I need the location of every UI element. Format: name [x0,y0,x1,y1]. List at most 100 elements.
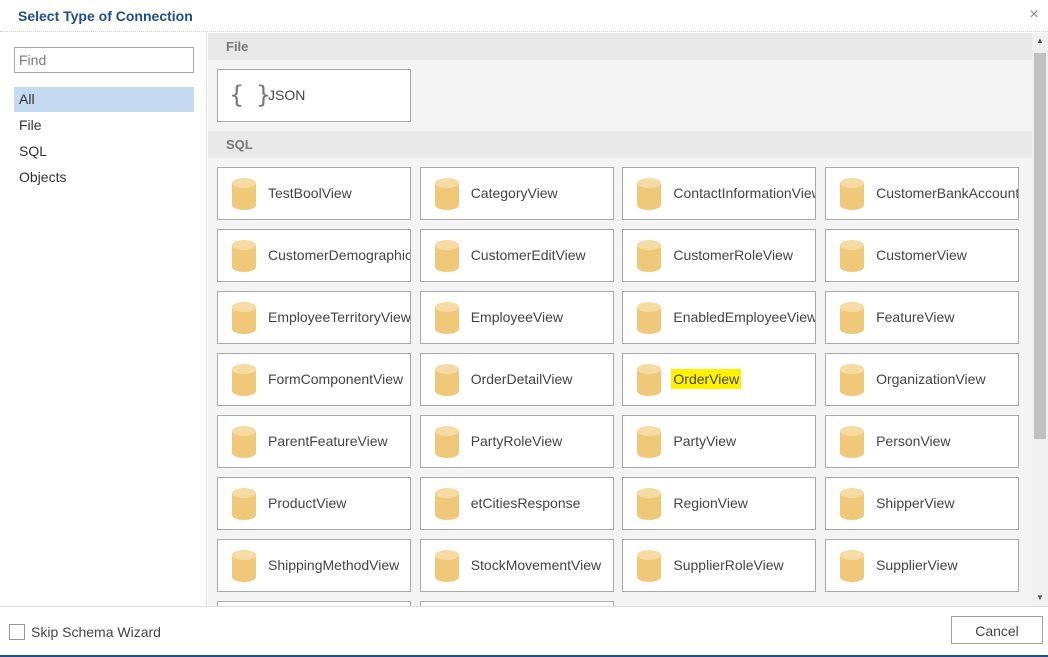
database-icon [840,426,865,458]
database-icon [637,550,662,582]
database-icon [434,364,459,396]
skip-schema-wizard-option[interactable]: Skip Schema Wizard [9,624,161,640]
connection-tile-form-component-view[interactable]: FormComponentView [217,353,411,406]
connection-tile-customer-role-view[interactable]: CustomerRoleView [622,229,817,282]
database-icon [434,426,459,458]
category-list: All File SQL Objects [14,87,194,191]
section-header-file: File [208,33,1032,60]
cancel-button[interactable]: Cancel [951,616,1043,644]
connection-tile-person-view[interactable]: PersonView [825,415,1020,468]
database-icon [232,240,256,272]
connection-tile-order-view[interactable]: OrderView [622,353,817,406]
connection-tile-supplier-view[interactable]: SupplierView [825,539,1020,592]
database-icon [840,488,865,520]
database-icon [637,426,662,458]
connection-tile-region-view[interactable]: RegionView [622,477,817,530]
connection-tile-employee-view[interactable]: EmployeeView [419,291,614,344]
database-icon [840,240,865,272]
json-braces-icon: { } [229,81,274,109]
connection-tile-employee-territory-view[interactable]: EmployeeTerritoryView [217,291,411,344]
category-item-objects[interactable]: Objects [14,165,194,190]
connection-tile-party-role-view[interactable]: PartyRoleView [419,415,614,468]
database-icon [840,550,865,582]
category-item-sql[interactable]: SQL [14,139,194,164]
scrollbar-thumb[interactable] [1034,53,1046,439]
connection-tile-organization-view[interactable]: OrganizationView [825,353,1020,406]
category-item-file[interactable]: File [14,113,194,138]
connection-tile-customer-edit-view[interactable]: CustomerEditView [419,229,614,282]
connection-tile-supplier-role-view[interactable]: SupplierRoleView [622,539,817,592]
dialog-title: Select Type of Connection [18,8,193,24]
search-input[interactable] [14,47,194,73]
connection-types-pane[interactable]: File { } JSON SQL TestBoolView CategoryVie… [208,33,1032,606]
database-icon [840,178,865,210]
connection-tile-label: ShipperView [876,495,955,511]
section-header-sql: SQL [208,131,1032,158]
connection-tile-label: CustomerBankAccountView [876,185,1020,201]
connection-tile-label: EmployeeTerritoryView [268,309,411,325]
connection-tile-label: RegionView [673,495,748,511]
close-icon[interactable]: × [1026,6,1042,24]
connection-tile-label: CustomerView [876,247,967,263]
connection-tile-label: CustomerDemographicView [268,247,410,263]
connection-tile-label: OrderView [671,369,742,389]
connection-tile-test-bool-view[interactable]: TestBoolView [217,167,411,220]
connection-tile-label: SupplierRoleView [673,557,784,573]
database-icon [434,488,459,520]
connection-tile-label: ProductView [268,495,347,511]
connection-tile-label: JSON [268,87,306,103]
connection-tile-label: OrderDetailView [470,371,573,387]
connection-tile-feature-view[interactable]: FeatureView [825,291,1020,344]
connection-tile-shipper-view[interactable]: ShipperView [825,477,1020,530]
connection-tile-label: OrganizationView [876,371,986,387]
connection-tile-product-view[interactable]: ProductView [217,477,411,530]
database-icon [840,302,865,334]
category-item-all[interactable]: All [14,87,194,112]
connection-tile-label: CustomerRoleView [673,247,793,263]
database-icon [434,178,459,210]
connection-tile-label: SupplierView [876,557,958,573]
connection-tile-customer-demographic-view[interactable]: CustomerDemographicView [217,229,411,282]
database-icon [434,240,459,272]
database-icon [840,364,865,396]
connection-tile-enabled-employee-view[interactable]: EnabledEmployeeView [622,291,817,344]
connection-tile-label: FeatureView [876,309,955,325]
connection-tile-label: ContactInformationView [673,185,817,201]
database-icon [637,488,662,520]
connection-tile-order-detail-view[interactable]: OrderDetailView [419,353,614,406]
connection-tile-label: PartyView [673,433,737,449]
connection-tile-json[interactable]: { } JSON [217,69,411,122]
database-icon [637,178,662,210]
database-icon [637,302,662,334]
connection-tile-contact-information-view[interactable]: ContactInformationView [622,167,817,220]
connection-tile-label: PartyRoleView [470,433,563,449]
connection-tile-label: EnabledEmployeeView [673,309,817,325]
scroll-up-icon[interactable]: ▲ [1032,33,1048,49]
connection-tile-stock-movement-view[interactable]: StockMovementView [419,539,614,592]
connection-tile-label: CustomerEditView [470,247,586,263]
database-icon [637,364,662,396]
database-icon [232,488,256,520]
connection-tile-label: EmployeeView [470,309,564,325]
connection-tile-shipping-method-view[interactable]: ShippingMethodView [217,539,411,592]
connection-tile-label: StockMovementView [470,557,602,573]
database-icon [232,178,256,210]
connection-tile-label: TestBoolView [268,185,352,201]
scroll-down-icon[interactable]: ▼ [1032,590,1048,606]
connection-tile-label: etCitiesResponse [470,495,581,511]
connection-tile-label: PersonView [876,433,951,449]
skip-schema-wizard-checkbox[interactable] [9,624,25,640]
database-icon [232,426,256,458]
connection-tile-customer-bank-account-view[interactable]: CustomerBankAccountView [825,167,1020,220]
database-icon [232,364,256,396]
connection-tile-et-cities-response[interactable]: etCitiesResponse [419,477,614,530]
category-pane: AllFileSQLObjects [0,33,207,606]
connection-tile-party-view[interactable]: PartyView [622,415,817,468]
vertical-scrollbar[interactable]: ▲ ▼ [1032,33,1048,606]
connection-tile-label: CategoryView [470,185,558,201]
connection-tile-category-view[interactable]: CategoryView [419,167,614,220]
database-icon [434,302,459,334]
connection-tile-customer-view[interactable]: CustomerView [825,229,1020,282]
connection-tile-parent-feature-view[interactable]: ParentFeatureView [217,415,411,468]
skip-schema-wizard-label: Skip Schema Wizard [31,624,161,640]
